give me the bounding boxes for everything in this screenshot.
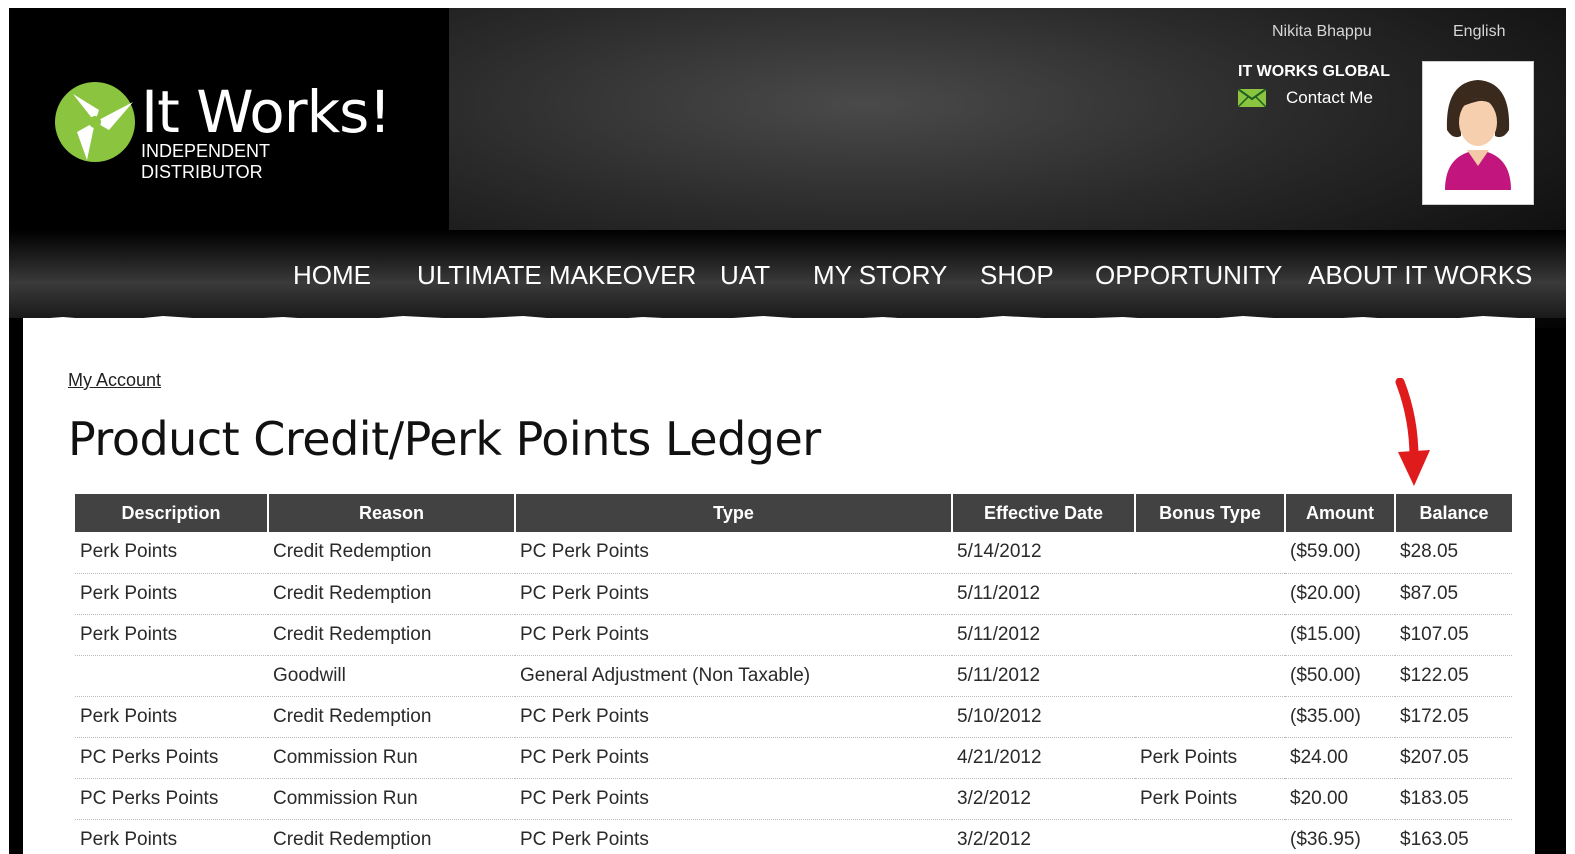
cell-reason: Credit Redemption (268, 614, 515, 656)
main-navigation: HOME ULTIMATE MAKEOVER UAT MY STORY SHOP… (9, 230, 1566, 318)
table-row: Perk Points Credit Redemption PC Perk Po… (75, 573, 1512, 615)
cell-bonus-type (1135, 655, 1285, 697)
cell-bonus-type (1135, 614, 1285, 656)
cell-amount: ($15.00) (1285, 614, 1395, 656)
cell-description (75, 655, 268, 697)
nav-ultimate-makeover[interactable]: ULTIMATE MAKEOVER (417, 260, 696, 291)
cell-effective-date: 5/10/2012 (952, 696, 1135, 738)
cell-effective-date: 5/14/2012 (952, 532, 1135, 574)
avatar-icon (1445, 80, 1511, 190)
logo-subtitle: INDEPENDENT DISTRIBUTOR (141, 141, 270, 182)
table-row: Perk Points Credit Redemption PC Perk Po… (75, 819, 1512, 854)
cell-type: PC Perk Points (515, 737, 952, 779)
col-type[interactable]: Type (515, 494, 953, 532)
logo-wordmark: It Works! (141, 78, 392, 146)
table-row: PC Perks Points Commission Run PC Perk P… (75, 737, 1512, 779)
table-row: Goodwill General Adjustment (Non Taxable… (75, 655, 1512, 697)
contact-me-link[interactable]: Contact Me (1238, 88, 1373, 108)
table-row: PC Perks Points Commission Run PC Perk P… (75, 778, 1512, 820)
cell-effective-date: 3/2/2012 (952, 778, 1135, 820)
mail-icon (1238, 89, 1266, 107)
page-title: Product Credit/Perk Points Ledger (68, 412, 821, 466)
cell-effective-date: 3/2/2012 (952, 819, 1135, 854)
cell-type: PC Perk Points (515, 778, 952, 820)
nav-home[interactable]: HOME (293, 260, 371, 291)
cell-amount: ($59.00) (1285, 532, 1395, 574)
col-reason[interactable]: Reason (268, 494, 516, 532)
user-name-link[interactable]: Nikita Bhappu (1272, 23, 1372, 41)
col-description[interactable]: Description (75, 494, 269, 532)
nav-shop[interactable]: SHOP (980, 260, 1054, 291)
cell-bonus-type: Perk Points (1135, 737, 1285, 779)
cell-effective-date: 5/11/2012 (952, 573, 1135, 615)
cell-bonus-type (1135, 532, 1285, 574)
avatar[interactable] (1422, 61, 1534, 205)
cell-reason: Commission Run (268, 737, 515, 779)
cell-balance: $28.05 (1395, 532, 1512, 574)
red-arrow-annotation-icon (1395, 378, 1430, 486)
col-effective-date[interactable]: Effective Date (952, 494, 1136, 532)
cell-balance: $207.05 (1395, 737, 1512, 779)
cell-balance: $183.05 (1395, 778, 1512, 820)
cell-type: PC Perk Points (515, 696, 952, 738)
nav-opportunity[interactable]: OPPORTUNITY (1095, 260, 1282, 291)
main-content: My Account Product Credit/Perk Points Le… (23, 318, 1535, 854)
brand-label: IT WORKS GLOBAL (1238, 63, 1390, 80)
cell-description: Perk Points (75, 573, 268, 615)
table-row: Perk Points Credit Redemption PC Perk Po… (75, 532, 1512, 574)
cell-type: PC Perk Points (515, 573, 952, 615)
cell-effective-date: 5/11/2012 (952, 655, 1135, 697)
table-header-row: Description Reason Type Effective Date B… (75, 494, 1512, 532)
breadcrumb[interactable]: My Account (68, 370, 161, 391)
cell-reason: Goodwill (268, 655, 515, 697)
it-works-logo-icon (55, 82, 135, 162)
ledger-table: Description Reason Type Effective Date B… (75, 494, 1512, 854)
nav-about-it-works[interactable]: ABOUT IT WORKS (1308, 260, 1532, 291)
cell-bonus-type (1135, 573, 1285, 615)
cell-bonus-type: Perk Points (1135, 778, 1285, 820)
col-bonus-type[interactable]: Bonus Type (1135, 494, 1286, 532)
cell-balance: $87.05 (1395, 573, 1512, 615)
cell-type: PC Perk Points (515, 819, 952, 854)
cell-bonus-type (1135, 819, 1285, 854)
cell-reason: Credit Redemption (268, 532, 515, 574)
cell-amount: $24.00 (1285, 737, 1395, 779)
contact-me-label: Contact Me (1286, 88, 1373, 107)
cell-reason: Credit Redemption (268, 696, 515, 738)
cell-description: Perk Points (75, 819, 268, 854)
nav-my-story[interactable]: MY STORY (813, 260, 947, 291)
table-row: Perk Points Credit Redemption PC Perk Po… (75, 614, 1512, 656)
cell-amount: ($35.00) (1285, 696, 1395, 738)
cell-description: Perk Points (75, 696, 268, 738)
cell-amount: $20.00 (1285, 778, 1395, 820)
col-balance[interactable]: Balance (1395, 494, 1512, 532)
cell-amount: ($50.00) (1285, 655, 1395, 697)
cell-type: PC Perk Points (515, 532, 952, 574)
cell-amount: ($36.95) (1285, 819, 1395, 854)
cell-reason: Commission Run (268, 778, 515, 820)
cell-reason: Credit Redemption (268, 819, 515, 854)
cell-description: PC Perks Points (75, 737, 268, 779)
cell-description: Perk Points (75, 614, 268, 656)
cell-type: PC Perk Points (515, 614, 952, 656)
cell-bonus-type (1135, 696, 1285, 738)
cell-reason: Credit Redemption (268, 573, 515, 615)
cell-effective-date: 5/11/2012 (952, 614, 1135, 656)
cell-type: General Adjustment (Non Taxable) (515, 655, 952, 697)
col-amount[interactable]: Amount (1285, 494, 1396, 532)
cell-balance: $172.05 (1395, 696, 1512, 738)
cell-balance: $122.05 (1395, 655, 1512, 697)
site-logo[interactable]: It Works! INDEPENDENT DISTRIBUTOR (53, 78, 393, 182)
page-frame: It Works! INDEPENDENT DISTRIBUTOR Nikita… (9, 8, 1566, 854)
table-row: Perk Points Credit Redemption PC Perk Po… (75, 696, 1512, 738)
nav-uat[interactable]: UAT (720, 260, 770, 291)
cell-balance: $107.05 (1395, 614, 1512, 656)
language-selector[interactable]: English (1453, 23, 1505, 41)
cell-effective-date: 4/21/2012 (952, 737, 1135, 779)
cell-amount: ($20.00) (1285, 573, 1395, 615)
cell-description: Perk Points (75, 532, 268, 574)
cell-description: PC Perks Points (75, 778, 268, 820)
cell-balance: $163.05 (1395, 819, 1512, 854)
